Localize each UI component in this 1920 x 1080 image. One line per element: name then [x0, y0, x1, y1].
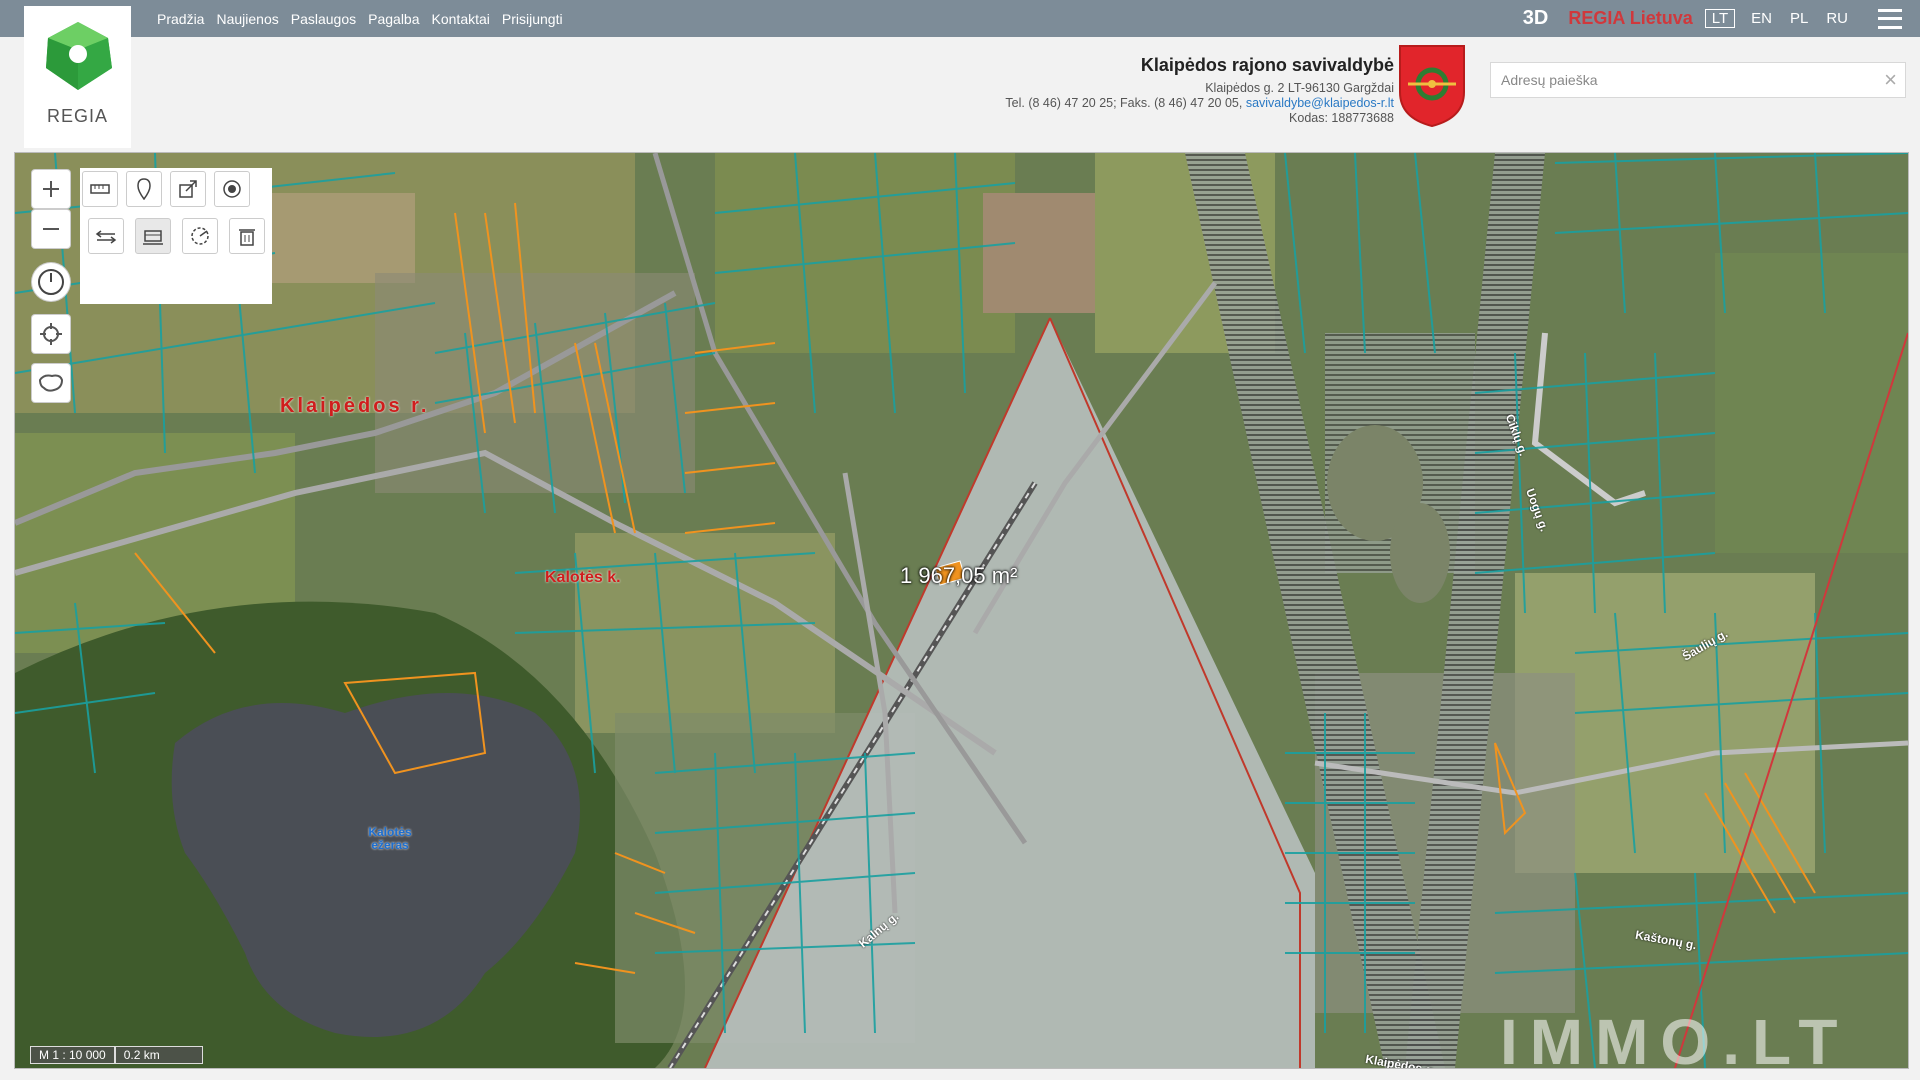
delete-drawings-button[interactable]	[229, 218, 265, 254]
crosshair-icon	[40, 323, 62, 345]
map-label-klaipedos: Klaipėdos r.	[280, 395, 430, 417]
map-imagery	[15, 153, 1908, 1068]
measure-length-button[interactable]	[82, 171, 118, 207]
plus-icon	[43, 181, 59, 197]
clock-icon	[38, 269, 64, 295]
map-label-kalotes: Kalotės k.	[545, 569, 621, 586]
nav-naujienos[interactable]: Naujienos	[216, 11, 278, 27]
nav-paslaugos[interactable]: Paslaugos	[291, 11, 356, 27]
municipality-contacts: Tel. (8 46) 47 20 25; Faks. (8 46) 47 20…	[1005, 96, 1394, 111]
trash-icon	[239, 229, 255, 246]
point-tool-button[interactable]	[214, 171, 250, 207]
municipality-address: Klaipėdos g. 2 LT-96130 Gargždai	[1205, 81, 1394, 95]
radius-icon	[191, 227, 209, 245]
municipality-name: Klaipėdos rajono savivaldybė	[1140, 55, 1394, 75]
clear-search-icon[interactable]: ×	[1884, 69, 1897, 91]
municipality-info: Klaipėdos rajono savivaldybė Klaipėdos g…	[1005, 55, 1394, 126]
share-button[interactable]	[170, 171, 206, 207]
ruler-icon	[90, 184, 110, 194]
map-label-lake: Kalotės ežeras	[368, 825, 412, 852]
zoom-out-button[interactable]	[32, 210, 70, 248]
municipality-code: Kodas: 188773688	[1289, 111, 1394, 125]
address-search-input[interactable]	[1491, 63, 1881, 97]
logo-text: REGIA	[46, 106, 108, 126]
history-button[interactable]	[32, 263, 70, 301]
measure-area-button[interactable]	[135, 218, 171, 254]
municipality-email-link[interactable]: savivaldybe@klaipedos-r.lt	[1246, 96, 1394, 110]
map-canvas[interactable]: Klaipėdos r. Kalotės k. Kalotės ežeras C…	[14, 152, 1909, 1069]
radius-tool-button[interactable]	[182, 218, 218, 254]
parcel-area-label: 1 967,05 m²	[900, 563, 1018, 588]
nav-prisijungti[interactable]: Prisijungti	[502, 11, 563, 27]
nav-pagalba[interactable]: Pagalba	[368, 11, 419, 27]
map-scale-bar: M 1 : 10 000 0.2 km	[30, 1046, 203, 1064]
nav-pradzia[interactable]: Pradžia	[157, 11, 204, 27]
view-3d-button[interactable]: 3D	[1523, 7, 1549, 30]
target-icon	[223, 180, 241, 198]
regia-gem-icon	[46, 22, 112, 90]
distance-icon	[95, 230, 117, 244]
locate-button[interactable]	[32, 315, 70, 353]
lang-lt[interactable]: LT	[1704, 9, 1736, 28]
scale-distance: 0.2 km	[114, 1046, 203, 1064]
nav-kontaktai[interactable]: Kontaktai	[432, 11, 490, 27]
main-nav: Pradžia Naujienos Paslaugos Pagalba Kont…	[157, 0, 563, 37]
top-right-controls: 3D REGIA Lietuva LT EN PL RU	[1523, 0, 1920, 37]
lang-en[interactable]: EN	[1751, 10, 1772, 27]
lang-pl[interactable]: PL	[1790, 10, 1808, 27]
minus-icon	[43, 228, 59, 230]
lithuania-extent-button[interactable]	[32, 364, 70, 402]
country-outline-icon	[38, 374, 64, 392]
zoom-in-button[interactable]	[32, 170, 70, 208]
top-navigation-bar: Pradžia Naujienos Paslaugos Pagalba Kont…	[0, 0, 1920, 37]
regia-logo[interactable]: REGIA	[24, 6, 131, 148]
immo-watermark: IMMO.LT	[1500, 1006, 1850, 1078]
scale-ratio: M 1 : 10 000	[30, 1046, 115, 1064]
municipality-phone: Tel. (8 46) 47 20 25; Faks. (8 46) 47 20…	[1005, 96, 1246, 110]
share-icon	[179, 180, 197, 198]
address-search: ×	[1490, 62, 1906, 98]
lang-ru[interactable]: RU	[1826, 10, 1848, 27]
place-marker-button[interactable]	[126, 171, 162, 207]
hamburger-menu-icon[interactable]	[1878, 8, 1902, 29]
area-icon	[143, 230, 163, 245]
coat-of-arms-icon	[1399, 45, 1465, 128]
regia-lietuva-link[interactable]: REGIA Lietuva	[1568, 8, 1692, 29]
measure-distance-button[interactable]	[88, 218, 124, 254]
map-pin-icon	[137, 178, 151, 200]
